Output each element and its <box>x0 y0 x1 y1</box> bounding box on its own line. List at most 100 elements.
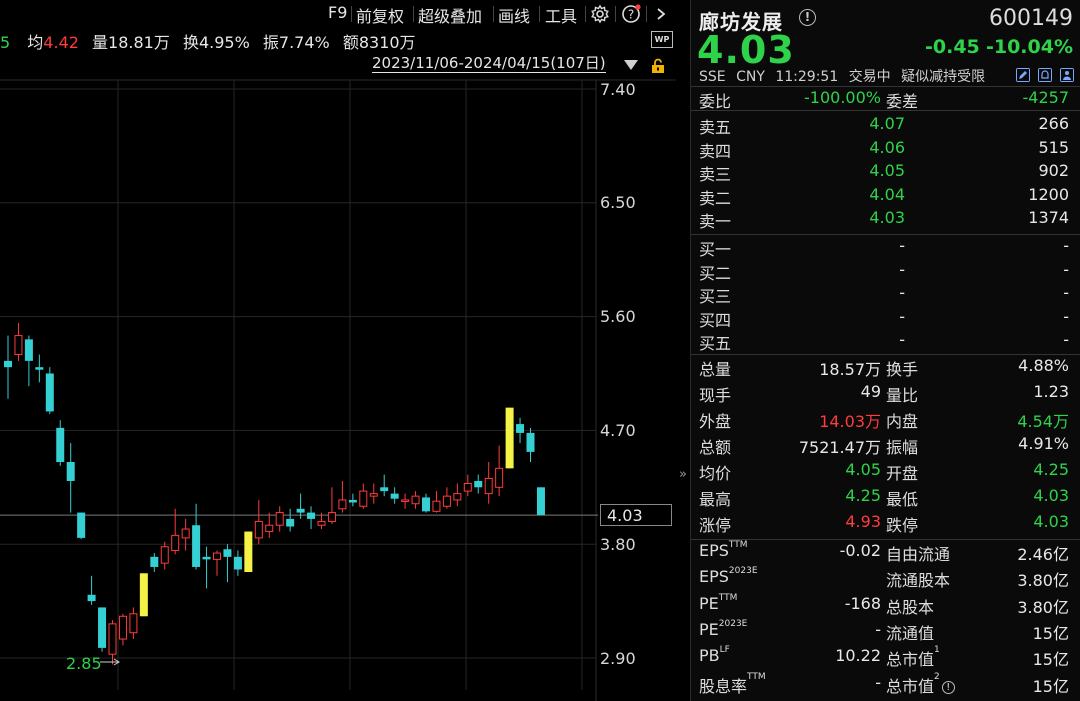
candle-body <box>495 467 504 488</box>
stat-value: 4.25 <box>845 486 881 505</box>
fundamental-label: 总市值2! <box>886 672 955 697</box>
stats-prefix: 5 <box>0 33 11 52</box>
candle-body <box>296 508 305 513</box>
bell-icon[interactable] <box>1038 68 1052 82</box>
fundamental-value: 10.22 <box>835 646 881 666</box>
price-tick: 3.80 <box>600 535 636 554</box>
bid-row-volume: - <box>1063 259 1069 279</box>
toolbar-separator <box>351 6 352 22</box>
price-tick: 2.90 <box>600 649 636 668</box>
price-tick: 6.50 <box>600 193 636 212</box>
candle-body <box>401 499 410 502</box>
kline-chart[interactable] <box>0 0 676 701</box>
candle-body <box>505 407 514 469</box>
candle-body <box>359 490 368 507</box>
svg-text:?: ? <box>628 8 634 22</box>
stat-value: 4.54万 <box>1017 412 1069 431</box>
drawing-button[interactable]: 画线 <box>498 3 530 27</box>
candle-body <box>35 367 44 370</box>
candle-body <box>338 499 347 510</box>
toolbar-separator <box>646 6 647 22</box>
kline-chart-panel[interactable]: F9 前复权 超级叠加 画线 工具 ? 5 均4.42 量18.81万 换4.9… <box>0 0 676 701</box>
candle-body <box>390 493 399 499</box>
ask-row-label: 卖三 <box>699 165 732 184</box>
candle-body <box>432 500 441 512</box>
candle-body <box>202 556 211 560</box>
toolbar-separator <box>413 6 414 22</box>
ask-row-volume: 515 <box>1038 137 1069 157</box>
toolbar-separator <box>585 6 586 22</box>
f9-button[interactable]: F9 <box>328 3 347 22</box>
candle-body <box>317 520 326 526</box>
candle-body <box>233 556 242 570</box>
bid-row-price: - <box>899 306 905 326</box>
help-icon[interactable]: ? <box>621 4 641 24</box>
bid-row-volume: - <box>1063 330 1069 349</box>
stat-value: 1.23 <box>1033 382 1069 401</box>
candle-body <box>265 524 274 533</box>
fundamental-row: PBLF 10.22 总市值1 15亿 <box>691 645 1080 669</box>
stat-row: 总量 18.57万 换手 4.88% <box>691 356 1080 379</box>
tools-button[interactable]: 工具 <box>545 3 577 27</box>
info-icon[interactable]: ! <box>799 9 816 26</box>
caret-down-icon[interactable] <box>624 60 638 70</box>
candle-body <box>24 339 33 361</box>
stock-code: 600149 <box>989 6 1073 31</box>
divider <box>691 354 1080 355</box>
lock-icon[interactable] <box>650 58 666 74</box>
stat-label: 振幅 <box>886 438 919 457</box>
weicha-value: -4257 <box>1022 88 1070 107</box>
candle-body <box>348 499 357 503</box>
stat-label: 现手 <box>699 386 732 405</box>
bid-row: 买三 - - <box>691 283 1080 306</box>
fuquan-button[interactable]: 前复权 <box>356 3 404 27</box>
quote-time: 11:29:51 <box>775 69 839 85</box>
ask-row-label: 卖四 <box>699 141 732 161</box>
stat-row: 总额 7521.47万 振幅 4.91% <box>691 434 1080 457</box>
fundamental-row: EPS2023E 流通股本 3.80亿 <box>691 566 1080 591</box>
ask-row: 卖二 4.04 1200 <box>691 185 1080 208</box>
stat-value: 4.03 <box>1033 486 1069 505</box>
fundamental-label: 自由流通 <box>886 545 951 564</box>
bid-row-label: 买四 <box>699 310 732 330</box>
bid-row: 买四 - - <box>691 307 1080 330</box>
edit-icon[interactable] <box>1016 68 1030 82</box>
fundamental-value: 2.46亿 <box>1017 545 1069 564</box>
gear-icon[interactable] <box>590 4 610 24</box>
candle-body <box>98 607 107 648</box>
divider <box>691 86 1080 87</box>
stat-value: 4.91% <box>1018 434 1069 453</box>
person-icon[interactable] <box>1060 68 1074 82</box>
fundamental-value: 3.80亿 <box>1017 571 1069 591</box>
stat-row: 最高 4.25 最低 4.03 <box>691 486 1080 509</box>
candle-body <box>254 520 263 539</box>
price-change-percent: -10.04% <box>985 36 1073 58</box>
candle-body <box>4 360 12 368</box>
candle-body <box>139 573 148 617</box>
turnover-label: 换 <box>182 33 199 52</box>
collapse-panel-button[interactable]: » <box>677 462 689 488</box>
ask-row-price: 4.06 <box>869 137 905 157</box>
risk-note: 疑似减持受限 <box>901 69 986 85</box>
volume-label: 量 <box>92 33 109 52</box>
date-range-selector[interactable]: 2023/11/06-2024/04/15(107日) <box>372 55 606 73</box>
bid-row-price: - <box>899 236 905 255</box>
price-tick: 7.40 <box>600 80 636 99</box>
divider <box>691 234 1080 235</box>
quote-panel: 廊坊发展 ! 600149 4.03 -0.45 -10.04% SSE CNY… <box>690 0 1080 701</box>
chevron-right-icon[interactable] <box>654 4 668 24</box>
amount-label: 额 <box>342 33 359 52</box>
superimpose-button[interactable]: 超级叠加 <box>418 3 482 27</box>
fundamental-value: - <box>875 672 881 692</box>
fundamental-label: 股息率TTM <box>699 671 766 696</box>
stat-value: 14.03万 <box>819 412 881 431</box>
ask-row-volume: 1374 <box>1028 208 1069 227</box>
stat-value: 7521.47万 <box>798 438 881 457</box>
stat-value: 18.57万 <box>819 360 881 379</box>
wp-icon[interactable]: WP <box>651 31 673 48</box>
fundamental-value: - <box>875 619 881 639</box>
bid-row-label: 买一 <box>699 240 732 259</box>
ask-row-volume: 266 <box>1038 114 1069 133</box>
fundamental-label: EPSTTM <box>699 540 748 560</box>
stat-label: 量比 <box>886 386 919 405</box>
